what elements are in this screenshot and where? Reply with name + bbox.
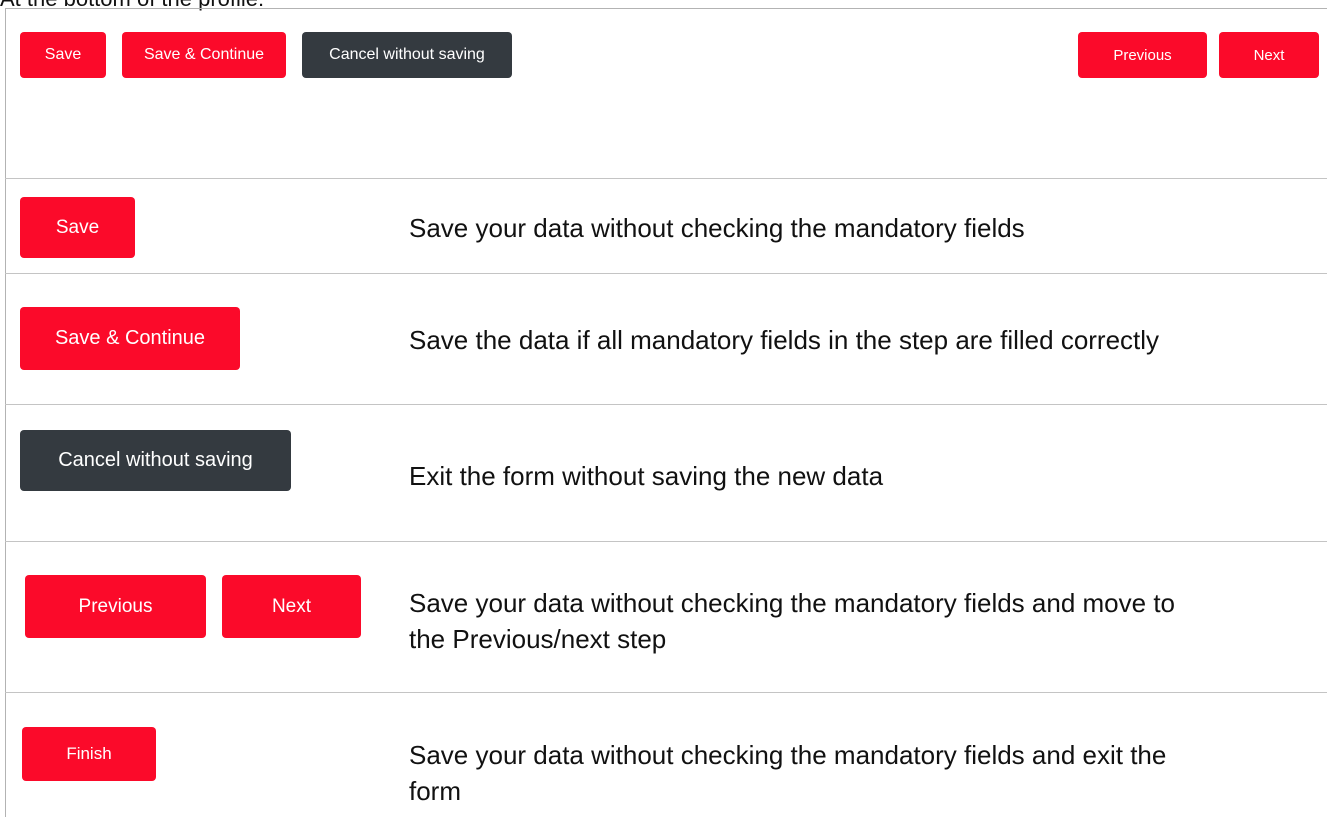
row-description: Exit the form without saving the new dat… xyxy=(409,461,884,491)
instructions-table xyxy=(5,8,1327,817)
toolbar-previous-button[interactable]: Previous xyxy=(1078,32,1207,78)
next-button[interactable]: Next xyxy=(222,575,361,638)
previous-button[interactable]: Previous xyxy=(25,575,206,638)
row-description: Save your data without checking the mand… xyxy=(409,213,1025,243)
cancel-without-saving-button[interactable]: Cancel without saving xyxy=(20,430,291,491)
row-divider xyxy=(5,273,1327,274)
save-button[interactable]: Save xyxy=(20,197,135,258)
row-divider xyxy=(5,541,1327,542)
row-description: Save your data without checking the mand… xyxy=(409,740,1167,770)
toolbar-save-continue-button[interactable]: Save & Continue xyxy=(122,32,286,78)
row-description-continued: form xyxy=(409,776,461,806)
row-description: Save the data if all mandatory fields in… xyxy=(409,325,1160,355)
row-divider xyxy=(5,178,1327,179)
row-description: Save your data without checking the mand… xyxy=(409,588,1175,618)
row-description-continued: the Previous/next step xyxy=(409,624,667,654)
toolbar-save-button[interactable]: Save xyxy=(20,32,106,78)
row-divider xyxy=(5,692,1327,693)
save-continue-button[interactable]: Save & Continue xyxy=(20,307,240,370)
finish-button[interactable]: Finish xyxy=(22,727,156,781)
toolbar-cancel-button[interactable]: Cancel without saving xyxy=(302,32,512,78)
row-divider xyxy=(5,404,1327,405)
toolbar-next-button[interactable]: Next xyxy=(1219,32,1319,78)
